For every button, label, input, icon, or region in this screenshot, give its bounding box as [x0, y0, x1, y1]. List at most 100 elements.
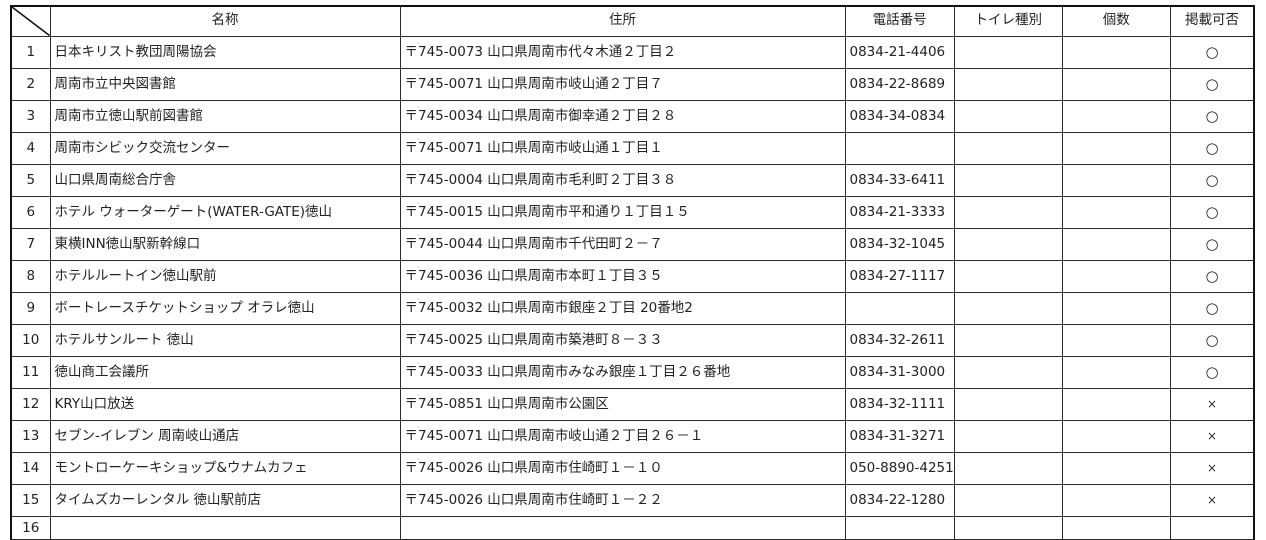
toilet-type-cell[interactable]: [953, 483, 1063, 517]
row-number-cell[interactable]: 12: [10, 387, 51, 421]
row-number-cell[interactable]: 5: [10, 163, 51, 197]
publish-cell[interactable]: ×: [1169, 387, 1256, 421]
name-cell[interactable]: 東横INN徳山駅新幹線口: [49, 227, 401, 261]
phone-cell[interactable]: 0834-22-8689: [844, 67, 955, 101]
address-cell[interactable]: [399, 515, 846, 540]
publish-cell[interactable]: ○: [1169, 355, 1256, 389]
count-cell[interactable]: [1061, 131, 1171, 165]
phone-cell[interactable]: 050-8890-4251: [844, 451, 955, 485]
toilet-type-cell[interactable]: [953, 355, 1063, 389]
toilet-type-cell[interactable]: [953, 419, 1063, 453]
address-cell[interactable]: 〒745-0851 山口県周南市公園区: [399, 387, 846, 421]
row-number-cell[interactable]: 7: [10, 227, 51, 261]
address-cell[interactable]: 〒745-0026 山口県周南市住崎町１－１０: [399, 451, 846, 485]
address-cell[interactable]: 〒745-0004 山口県周南市毛利町２丁目３８: [399, 163, 846, 197]
name-cell[interactable]: 山口県周南総合庁舎: [49, 163, 401, 197]
row-number-cell[interactable]: 3: [10, 99, 51, 133]
publish-cell[interactable]: ○: [1169, 35, 1256, 69]
count-cell[interactable]: [1061, 163, 1171, 197]
name-cell[interactable]: モントローケーキショップ&ウナムカフェ: [49, 451, 401, 485]
publish-cell[interactable]: ×: [1169, 483, 1256, 517]
address-cell[interactable]: 〒745-0025 山口県周南市築港町８－３３: [399, 323, 846, 357]
address-cell[interactable]: 〒745-0033 山口県周南市みなみ銀座１丁目２６番地: [399, 355, 846, 389]
publish-cell[interactable]: ○: [1169, 99, 1256, 133]
phone-cell[interactable]: 0834-31-3000: [844, 355, 955, 389]
count-cell[interactable]: [1061, 483, 1171, 517]
address-cell[interactable]: 〒745-0034 山口県周南市御幸通２丁目２８: [399, 99, 846, 133]
publish-cell[interactable]: ○: [1169, 67, 1256, 101]
publish-cell[interactable]: ○: [1169, 291, 1256, 325]
header-name[interactable]: 名称: [49, 5, 401, 37]
toilet-type-cell[interactable]: [953, 35, 1063, 69]
name-cell[interactable]: ホテル ウォーターゲート(WATER-GATE)徳山: [49, 195, 401, 229]
row-number-cell[interactable]: 15: [10, 483, 51, 517]
count-cell[interactable]: [1061, 451, 1171, 485]
row-number-cell[interactable]: 14: [10, 451, 51, 485]
toilet-type-cell[interactable]: [953, 387, 1063, 421]
toilet-type-cell[interactable]: [953, 451, 1063, 485]
publish-cell[interactable]: ×: [1169, 451, 1256, 485]
phone-cell[interactable]: [844, 515, 955, 540]
count-cell[interactable]: [1061, 227, 1171, 261]
header-phone[interactable]: 電話番号: [844, 5, 955, 37]
phone-cell[interactable]: 0834-32-2611: [844, 323, 955, 357]
toilet-type-cell[interactable]: [953, 163, 1063, 197]
row-number-cell[interactable]: 13: [10, 419, 51, 453]
address-cell[interactable]: 〒745-0032 山口県周南市銀座２丁目 20番地2: [399, 291, 846, 325]
address-cell[interactable]: 〒745-0071 山口県周南市岐山通１丁目１: [399, 131, 846, 165]
header-address[interactable]: 住所: [399, 5, 846, 37]
address-cell[interactable]: 〒745-0071 山口県周南市岐山通２丁目７: [399, 67, 846, 101]
phone-cell[interactable]: 0834-22-1280: [844, 483, 955, 517]
name-cell[interactable]: 徳山商工会議所: [49, 355, 401, 389]
toilet-type-cell[interactable]: [953, 227, 1063, 261]
toilet-type-cell[interactable]: [953, 323, 1063, 357]
phone-cell[interactable]: 0834-21-3333: [844, 195, 955, 229]
row-number-cell[interactable]: 6: [10, 195, 51, 229]
header-count[interactable]: 個数: [1061, 5, 1171, 37]
toilet-type-cell[interactable]: [953, 515, 1063, 540]
row-number-cell[interactable]: 8: [10, 259, 51, 293]
row-number-cell[interactable]: 10: [10, 323, 51, 357]
toilet-type-cell[interactable]: [953, 259, 1063, 293]
address-cell[interactable]: 〒745-0026 山口県周南市住崎町１－２２: [399, 483, 846, 517]
count-cell[interactable]: [1061, 259, 1171, 293]
name-cell[interactable]: ボートレースチケットショップ オラレ徳山: [49, 291, 401, 325]
publish-cell[interactable]: ○: [1169, 131, 1256, 165]
address-cell[interactable]: 〒745-0015 山口県周南市平和通り１丁目１５: [399, 195, 846, 229]
publish-cell[interactable]: ○: [1169, 195, 1256, 229]
row-number-cell[interactable]: 4: [10, 131, 51, 165]
phone-cell[interactable]: 0834-32-1045: [844, 227, 955, 261]
phone-cell[interactable]: 0834-21-4406: [844, 35, 955, 69]
name-cell[interactable]: 日本キリスト教団周陽協会: [49, 35, 401, 69]
row-number-cell[interactable]: 16: [10, 515, 51, 540]
phone-cell[interactable]: 0834-34-0834: [844, 99, 955, 133]
phone-cell[interactable]: 0834-33-6411: [844, 163, 955, 197]
header-publish[interactable]: 掲載可否: [1169, 5, 1256, 37]
publish-cell[interactable]: ×: [1169, 419, 1256, 453]
phone-cell[interactable]: [844, 131, 955, 165]
name-cell[interactable]: セブン-イレブン 周南岐山通店: [49, 419, 401, 453]
phone-cell[interactable]: 0834-32-1111: [844, 387, 955, 421]
count-cell[interactable]: [1061, 419, 1171, 453]
name-cell[interactable]: ホテルルートイン徳山駅前: [49, 259, 401, 293]
phone-cell[interactable]: 0834-31-3271: [844, 419, 955, 453]
name-cell[interactable]: KRY山口放送: [49, 387, 401, 421]
count-cell[interactable]: [1061, 515, 1171, 540]
address-cell[interactable]: 〒745-0036 山口県周南市本町１丁目３５: [399, 259, 846, 293]
publish-cell[interactable]: ○: [1169, 323, 1256, 357]
count-cell[interactable]: [1061, 355, 1171, 389]
toilet-type-cell[interactable]: [953, 195, 1063, 229]
name-cell[interactable]: 周南市立徳山駅前図書館: [49, 99, 401, 133]
name-cell[interactable]: ホテルサンルート 徳山: [49, 323, 401, 357]
row-number-cell[interactable]: 2: [10, 67, 51, 101]
corner-cell[interactable]: [10, 5, 51, 37]
toilet-type-cell[interactable]: [953, 67, 1063, 101]
toilet-type-cell[interactable]: [953, 99, 1063, 133]
name-cell[interactable]: 周南市シビック交流センター: [49, 131, 401, 165]
publish-cell[interactable]: ○: [1169, 227, 1256, 261]
phone-cell[interactable]: 0834-27-1117: [844, 259, 955, 293]
count-cell[interactable]: [1061, 35, 1171, 69]
name-cell[interactable]: 周南市立中央図書館: [49, 67, 401, 101]
address-cell[interactable]: 〒745-0071 山口県周南市岐山通２丁目２６－１: [399, 419, 846, 453]
address-cell[interactable]: 〒745-0073 山口県周南市代々木通２丁目２: [399, 35, 846, 69]
